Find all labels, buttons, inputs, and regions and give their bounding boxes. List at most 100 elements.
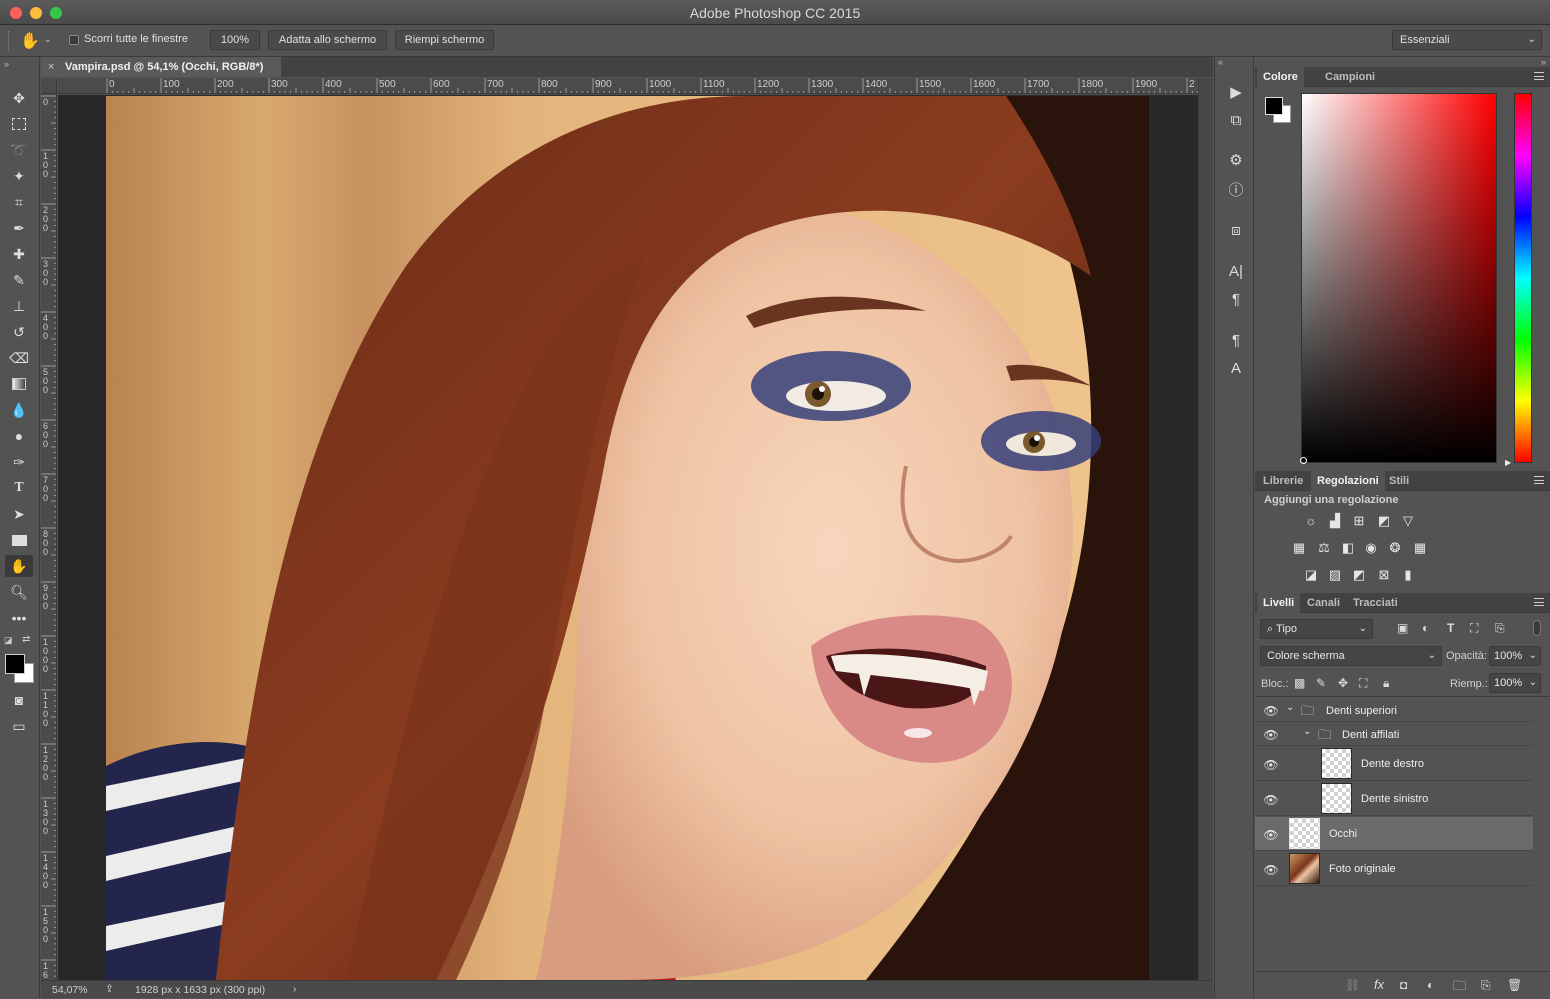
close-tab-icon[interactable]: ×: [48, 57, 54, 77]
status-menu-arrow-icon[interactable]: ›: [293, 983, 297, 995]
filter-toggle[interactable]: [1533, 620, 1541, 636]
layer-row-selected[interactable]: 👁︎ Occhi: [1255, 817, 1533, 851]
lasso-tool-icon[interactable]: ➰: [5, 139, 33, 161]
layer-row[interactable]: 👁︎ Dente destro: [1255, 747, 1533, 781]
tab-campioni[interactable]: Campioni: [1319, 67, 1381, 87]
chevron-down-icon[interactable]: ⌄: [1286, 702, 1294, 713]
history-brush-tool-icon[interactable]: ↺: [5, 321, 33, 343]
crop-tool-icon[interactable]: ⌗: [5, 191, 33, 213]
info-icon[interactable]: ⓘ: [1225, 178, 1247, 200]
exposure-icon[interactable]: ◩: [1375, 513, 1393, 529]
visibility-eye-icon[interactable]: 👁︎: [1263, 863, 1279, 877]
marquee-tool-icon[interactable]: [5, 113, 33, 135]
visibility-eye-icon[interactable]: 👁︎: [1263, 728, 1279, 742]
tab-librerie[interactable]: Librerie: [1257, 471, 1309, 491]
panel-menu-icon[interactable]: [1534, 72, 1544, 80]
tab-tracciati[interactable]: Tracciati: [1347, 593, 1404, 613]
chevron-down-icon[interactable]: ⌄: [44, 34, 52, 45]
blur-tool-icon[interactable]: 💧: [5, 399, 33, 421]
clone-stamp-tool-icon[interactable]: ⊥: [5, 295, 33, 317]
character-styles-icon[interactable]: A: [1225, 357, 1247, 379]
channel-mixer-icon[interactable]: ❂: [1386, 540, 1404, 556]
photo-filter-icon[interactable]: ◉: [1362, 540, 1380, 556]
lock-artboard-icon[interactable]: ⛶: [1359, 676, 1367, 691]
new-adjustment-layer-icon[interactable]: ◐: [1427, 978, 1434, 992]
paragraph-styles-icon[interactable]: ¶: [1225, 329, 1247, 351]
ruler-origin[interactable]: [41, 78, 57, 94]
opacity-input[interactable]: 100% ⌄: [1489, 646, 1541, 666]
filter-type-icon[interactable]: T: [1447, 621, 1454, 635]
delete-layer-icon[interactable]: 🗑︎: [1507, 978, 1522, 992]
layer-row[interactable]: 👁︎ ⌄ 🗀 Denti affilati: [1255, 723, 1533, 746]
color-picker-marker[interactable]: [1300, 457, 1307, 464]
history-icon[interactable]: ⧉: [1225, 109, 1247, 131]
tab-colore[interactable]: Colore: [1257, 67, 1304, 87]
hue-slider[interactable]: [1514, 93, 1532, 463]
gradient-map-icon[interactable]: ▮: [1399, 567, 1417, 583]
posterize-icon[interactable]: ▨: [1326, 567, 1344, 583]
black-white-icon[interactable]: ◧: [1339, 540, 1357, 556]
collapse-panel-icon[interactable]: »: [4, 59, 9, 69]
path-selection-tool-icon[interactable]: ➤: [5, 503, 33, 525]
collapse-strip-icon[interactable]: «: [1218, 57, 1223, 67]
layer-row[interactable]: 👁︎ Dente sinistro: [1255, 782, 1533, 816]
magic-wand-tool-icon[interactable]: ✦: [5, 165, 33, 187]
filter-shape-icon[interactable]: ⛶: [1470, 621, 1478, 636]
foreground-color-swatch[interactable]: [5, 654, 25, 674]
visibility-eye-icon[interactable]: 👁︎: [1263, 758, 1279, 772]
dodge-tool-icon[interactable]: ●: [5, 425, 33, 447]
visibility-eye-icon[interactable]: 👁︎: [1263, 828, 1279, 842]
play-actions-icon[interactable]: ▶: [1225, 81, 1247, 103]
selective-color-icon[interactable]: ⊠: [1375, 567, 1393, 583]
color-lookup-icon[interactable]: ▦: [1411, 540, 1429, 556]
lock-transparent-icon[interactable]: ▩: [1294, 676, 1305, 690]
panel-menu-icon[interactable]: [1534, 598, 1544, 606]
vertical-scrollbar[interactable]: [1198, 78, 1213, 980]
visibility-eye-icon[interactable]: 👁︎: [1263, 704, 1279, 718]
threshold-icon[interactable]: ◩: [1350, 567, 1368, 583]
add-mask-icon[interactable]: ◘: [1400, 978, 1407, 992]
link-layers-icon[interactable]: ⛓: [1345, 978, 1360, 992]
options-bar-grip[interactable]: [8, 31, 14, 51]
type-tool-icon[interactable]: T: [5, 477, 33, 499]
document-tab[interactable]: × Vampira.psd @ 54,1% (Occhi, RGB/8*): [41, 57, 281, 77]
blend-mode-select[interactable]: Colore scherma ⌄: [1260, 646, 1442, 666]
scroll-all-checkbox[interactable]: [69, 35, 79, 45]
hue-slider-handle-icon[interactable]: ▶: [1505, 458, 1511, 467]
clone-source-icon[interactable]: ⧈: [1225, 219, 1247, 241]
tab-livelli[interactable]: Livelli: [1257, 593, 1301, 613]
paragraph-icon[interactable]: ¶: [1225, 288, 1247, 310]
zoom-level[interactable]: 54,07%: [52, 984, 88, 996]
fill-screen-button[interactable]: Riempi schermo: [395, 30, 494, 50]
workspace-select[interactable]: Essenziali ⌄: [1392, 30, 1542, 50]
fill-input[interactable]: 100% ⌄: [1489, 673, 1541, 693]
levels-icon[interactable]: ▟: [1326, 513, 1344, 529]
screen-mode-icon[interactable]: ▭: [5, 715, 33, 737]
fit-screen-button[interactable]: Adatta allo schermo: [268, 30, 387, 50]
lock-position-icon[interactable]: ✥: [1338, 676, 1348, 690]
horizontal-ruler[interactable]: 0 100 200 300 400 500 600 700 800 900 1000 1100 1200…: [58, 78, 1198, 94]
color-field[interactable]: [1301, 93, 1497, 463]
brush-tool-icon[interactable]: ✎: [5, 269, 33, 291]
move-tool-icon[interactable]: ✥: [5, 87, 33, 109]
hue-saturation-icon[interactable]: ▦: [1290, 540, 1308, 556]
chevron-down-icon[interactable]: ⌄: [1303, 726, 1311, 737]
layer-row[interactable]: 👁︎ Foto originale: [1255, 852, 1533, 886]
curves-icon[interactable]: ⊞: [1350, 513, 1368, 529]
zoom-100-button[interactable]: 100%: [210, 30, 260, 50]
layer-filter-kind-select[interactable]: ⌕ Tipo ⌄: [1260, 619, 1373, 639]
new-group-icon[interactable]: 🗀: [1453, 977, 1466, 999]
collapse-panels-icon[interactable]: »: [1541, 57, 1546, 67]
tab-stili[interactable]: Stili: [1383, 471, 1415, 491]
vibrance-icon[interactable]: ▽: [1399, 513, 1417, 529]
character-icon[interactable]: A|: [1225, 260, 1247, 282]
eraser-tool-icon[interactable]: ⌫: [5, 347, 33, 369]
vertical-ruler[interactable]: 0 1 0 0 2 0 0 3 0 0 4 0 0 5 0 0 6 0 0 7 0 0 8 0 …: [41, 78, 57, 980]
brightness-contrast-icon[interactable]: ☼: [1302, 513, 1320, 529]
invert-icon[interactable]: ◪: [1302, 567, 1320, 583]
layer-style-fx-icon[interactable]: fx: [1374, 977, 1384, 992]
hand-tool-preset-icon[interactable]: ✋: [20, 31, 40, 51]
eyedropper-tool-icon[interactable]: ✒: [5, 217, 33, 239]
swap-colors-icon[interactable]: ⇄: [22, 634, 30, 645]
lock-image-icon[interactable]: ✎: [1316, 676, 1326, 690]
